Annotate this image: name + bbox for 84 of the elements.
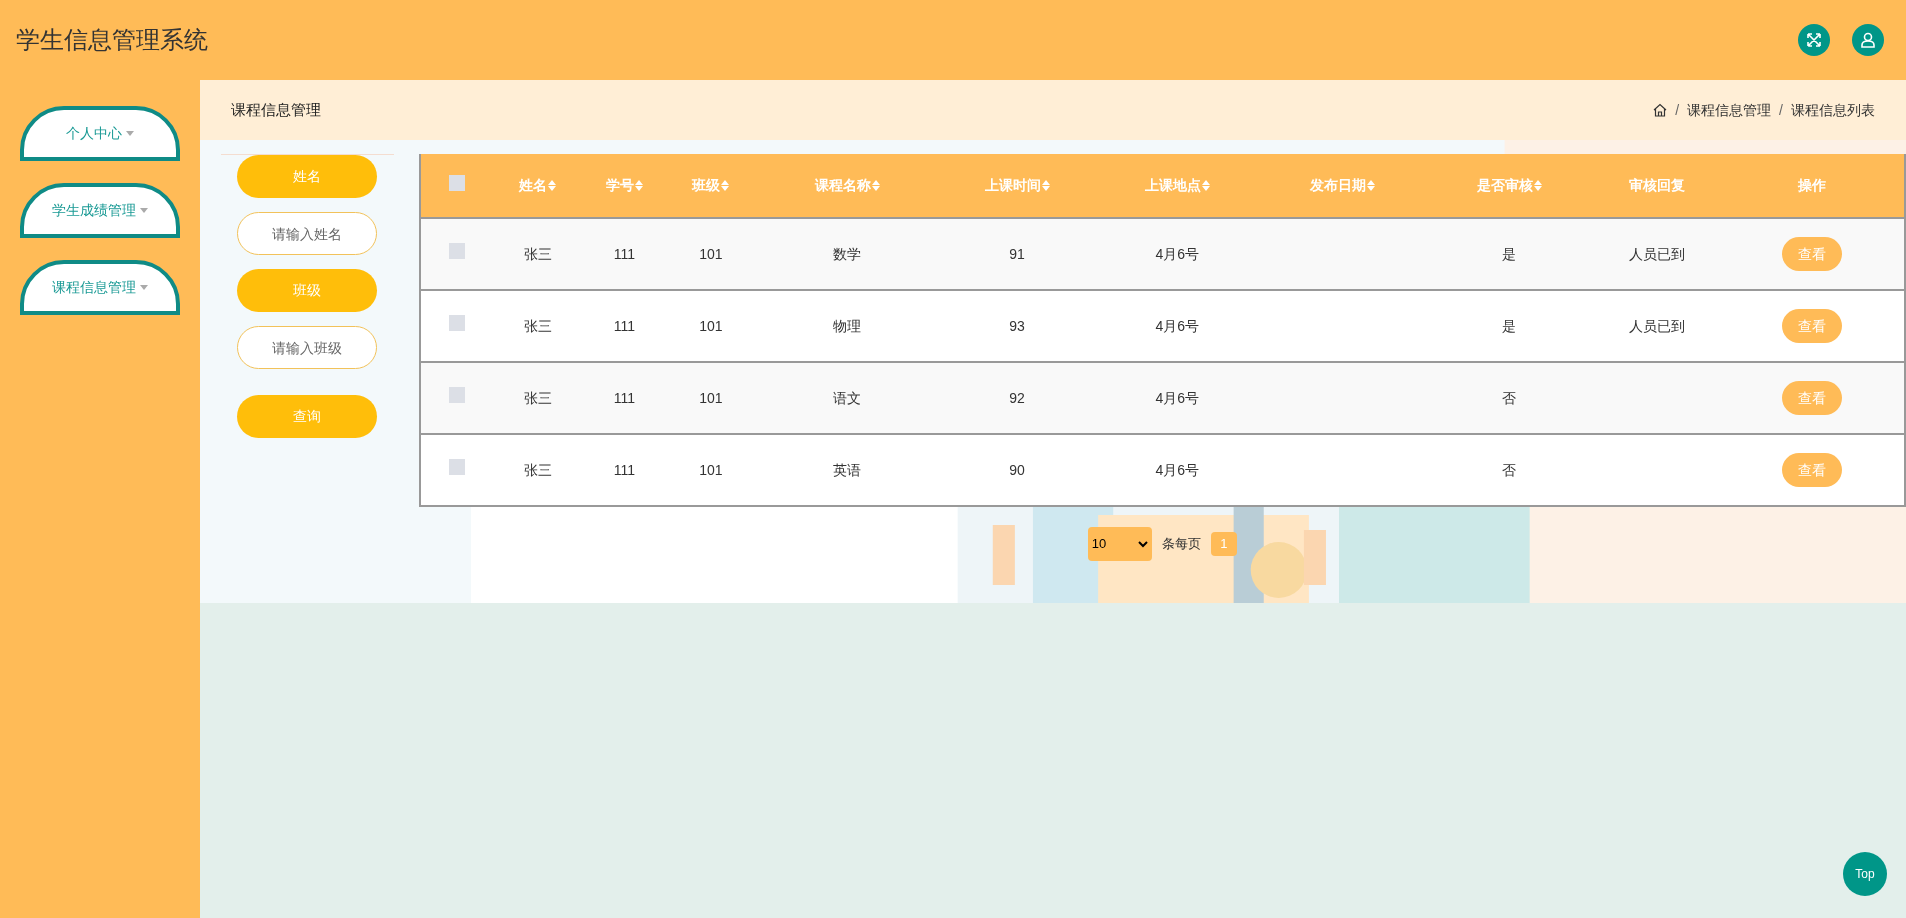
view-button[interactable]: 查看 bbox=[1781, 453, 1842, 487]
column-header[interactable]: 学号 bbox=[605, 175, 643, 196]
sidebar-menu-item[interactable]: 课程信息管理 bbox=[20, 260, 180, 315]
search-field[interactable]: 请输入姓名 bbox=[237, 212, 378, 255]
search-field[interactable]: 请输入班级 bbox=[237, 326, 378, 369]
breadcrumb-separator: / bbox=[1779, 100, 1783, 120]
column-header[interactable]: 班级 bbox=[692, 175, 730, 196]
table-cell: 人员已到 bbox=[1629, 245, 1686, 262]
table-cell: 是 bbox=[1502, 245, 1517, 262]
view-button[interactable]: 查看 bbox=[1781, 309, 1842, 343]
table-cell: 数学 bbox=[833, 245, 862, 262]
table-cell: 111 bbox=[613, 461, 635, 478]
sidebar-menu-item[interactable]: 学生成绩管理 bbox=[20, 183, 180, 238]
table-cell: 4月6号 bbox=[1155, 245, 1199, 262]
table-cell: 111 bbox=[613, 389, 635, 406]
breadcrumb-item[interactable]: 课程信息管理 bbox=[1687, 99, 1772, 121]
page-size-label: 条每页 bbox=[1161, 535, 1201, 554]
table-cell: 101 bbox=[699, 461, 723, 478]
sort-icon bbox=[1533, 180, 1542, 191]
sort-icon bbox=[1041, 180, 1050, 191]
back-to-top-button[interactable]: Top bbox=[1843, 852, 1887, 896]
column-header: 审核回复 bbox=[1629, 176, 1686, 195]
table-cell: 张三 bbox=[523, 461, 552, 478]
fullscreen-button[interactable] bbox=[1798, 24, 1830, 56]
column-header[interactable]: 发布日期 bbox=[1309, 175, 1375, 196]
table-cell: 物理 bbox=[833, 317, 862, 334]
breadcrumb-separator: / bbox=[1675, 100, 1680, 120]
checkbox[interactable] bbox=[449, 174, 466, 191]
home-icon[interactable] bbox=[1653, 103, 1668, 117]
table-cell: 101 bbox=[699, 317, 723, 334]
caret-icon bbox=[126, 131, 134, 136]
search-label: 班级 bbox=[237, 269, 378, 312]
page-title: 课程信息管理 bbox=[231, 99, 321, 120]
sort-icon bbox=[634, 180, 643, 191]
table-cell: 张三 bbox=[523, 245, 552, 262]
search-button[interactable]: 查询 bbox=[237, 395, 378, 438]
column-header[interactable]: 是否审核 bbox=[1476, 175, 1542, 196]
table-cell: 英语 bbox=[833, 461, 862, 478]
column-header[interactable]: 课程名称 bbox=[814, 175, 880, 196]
table-cell: 人员已到 bbox=[1629, 317, 1686, 334]
table-cell: 张三 bbox=[523, 389, 552, 406]
table-cell: 111 bbox=[613, 245, 635, 262]
table-cell: 111 bbox=[613, 317, 635, 334]
page-button[interactable]: 1 bbox=[1210, 532, 1237, 556]
table-cell: 101 bbox=[699, 245, 723, 262]
table-cell: 4月6号 bbox=[1155, 461, 1199, 478]
breadcrumb-item: 课程信息列表 bbox=[1791, 100, 1875, 120]
checkbox[interactable] bbox=[449, 243, 466, 259]
view-button[interactable]: 查看 bbox=[1781, 237, 1842, 271]
table-cell: 90 bbox=[1009, 461, 1025, 478]
sort-icon bbox=[548, 180, 557, 191]
checkbox[interactable] bbox=[449, 315, 466, 331]
table-cell: 4月6号 bbox=[1155, 389, 1199, 406]
table-cell: 否 bbox=[1502, 389, 1517, 406]
view-button[interactable]: 查看 bbox=[1781, 381, 1842, 415]
column-header[interactable]: 上课地点 bbox=[1144, 175, 1210, 196]
table-cell: 张三 bbox=[523, 317, 552, 334]
chevron-down-icon bbox=[1137, 540, 1148, 548]
checkbox[interactable] bbox=[449, 459, 466, 475]
sort-icon bbox=[1366, 180, 1375, 191]
table-cell: 语文 bbox=[833, 389, 862, 406]
table-cell: 否 bbox=[1502, 461, 1517, 478]
caret-icon bbox=[140, 285, 148, 290]
user-button[interactable] bbox=[1852, 24, 1884, 56]
sort-icon bbox=[721, 180, 730, 191]
table-cell: 93 bbox=[1009, 317, 1025, 334]
table-cell: 是 bbox=[1502, 317, 1517, 334]
table-cell: 101 bbox=[699, 389, 723, 406]
page-size-select[interactable]: 10 bbox=[1087, 527, 1152, 561]
column-header[interactable]: 上课时间 bbox=[984, 175, 1050, 196]
app-title: 学生信息管理系统 bbox=[16, 25, 208, 55]
sort-icon bbox=[871, 180, 880, 191]
column-header[interactable]: 姓名 bbox=[519, 175, 557, 196]
table-cell: 91 bbox=[1009, 245, 1025, 262]
search-label: 姓名 bbox=[237, 155, 378, 198]
user-icon bbox=[1860, 32, 1876, 48]
table-cell: 4月6号 bbox=[1155, 317, 1199, 334]
caret-icon bbox=[140, 208, 148, 213]
expand-icon bbox=[1806, 32, 1822, 48]
sidebar-menu-item[interactable]: 个人中心 bbox=[20, 106, 180, 161]
table-cell: 92 bbox=[1009, 389, 1025, 406]
checkbox[interactable] bbox=[449, 387, 466, 403]
column-header: 操作 bbox=[1797, 176, 1826, 195]
sort-icon bbox=[1201, 180, 1210, 191]
